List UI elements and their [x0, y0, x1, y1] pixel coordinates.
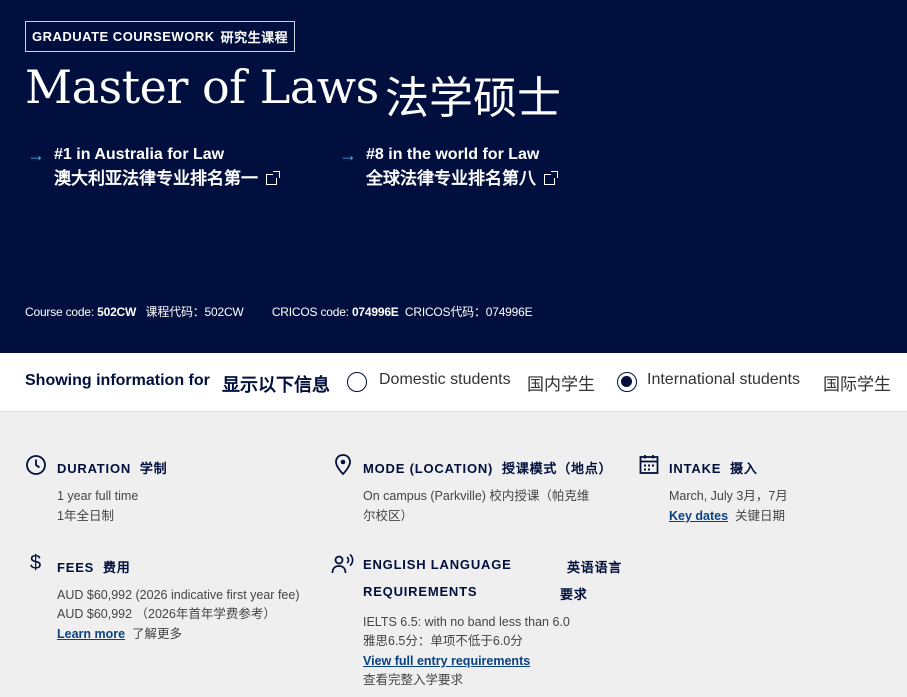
- badge-label-zh: 研究生课程: [220, 30, 289, 45]
- key-dates-link[interactable]: Key dates: [669, 509, 728, 523]
- page-title-zh: 法学硕士: [385, 73, 561, 124]
- key-dates-zh: 关键日期: [735, 509, 786, 523]
- dollar-icon: $: [30, 552, 42, 574]
- international-radio[interactable]: [617, 372, 637, 392]
- international-label[interactable]: International students: [647, 371, 800, 389]
- duration-value: 1 year full time: [57, 489, 139, 503]
- showing-label-zh: 显示以下信息: [222, 375, 330, 395]
- ranking-australia-text-zh: 澳大利亚法律专业排名第一: [54, 168, 280, 190]
- international-label-zh[interactable]: 国际学生: [823, 370, 891, 395]
- english-heading-zh: 英语语言: [567, 560, 623, 575]
- external-link-icon: [266, 171, 280, 186]
- learn-more-link[interactable]: Learn more: [57, 627, 125, 641]
- ranking-world-text: #8 in the world for Law: [366, 146, 540, 163]
- english-value-zh: 雅思6.5分：单项不低于6.0分: [363, 634, 523, 648]
- intake-heading: INTAKE 摄入: [669, 461, 758, 476]
- fees-value: AUD $60,992 (2026 indicative first year …: [57, 588, 300, 602]
- external-link-icon: [544, 171, 558, 186]
- ranking-world-text-zh: 全球法律专业排名第八: [366, 168, 558, 190]
- course-code-zh: 课程代码：502CW: [145, 305, 244, 319]
- cricos-code-zh: CRICOS代码：074996E: [404, 305, 533, 319]
- badge-label: GRADUATE COURSEWORK: [32, 29, 215, 44]
- ranking-australia-text: #1 in Australia for Law: [54, 146, 225, 163]
- view-entry-requirements-link[interactable]: View full entry requirements: [363, 654, 530, 668]
- clock-icon: [26, 455, 46, 475]
- course-type-badge: GRADUATE COURSEWORK 研究生课程: [25, 21, 296, 52]
- calendar-icon: [639, 455, 659, 474]
- fees-heading: FEES 费用: [57, 560, 131, 575]
- mode-value: On campus (Parkville) 校内授课（帕克维: [363, 489, 590, 503]
- duration-heading: DURATION 学制: [57, 461, 168, 476]
- english-heading-zh-line2: 要求: [560, 587, 588, 602]
- intake-key-dates: Key dates 关键日期: [669, 507, 785, 526]
- page-title: Master of Laws: [25, 60, 379, 114]
- cricos-code-label: CRICOS code:: [271, 305, 349, 319]
- english-heading-line2: REQUIREMENTS: [363, 584, 478, 599]
- fees-learn-more: Learn more 了解更多: [57, 625, 182, 644]
- hero-banner: GRADUATE COURSEWORK 研究生课程 Master of Laws…: [0, 0, 907, 353]
- showing-label: Showing information for: [25, 372, 210, 389]
- arrow-right-icon: →: [339, 145, 357, 165]
- course-codes: Course code: 502CW 课程代码：502CW CRICOS cod…: [25, 303, 533, 320]
- duration-value-zh: 1年全日制: [57, 509, 114, 523]
- course-code-label: Course code:: [25, 305, 94, 319]
- entry-requirements-link: View full entry requirements: [363, 652, 530, 671]
- arrow-right-icon: →: [27, 145, 45, 165]
- entry-requirements-zh: 查看完整入学要求: [363, 673, 464, 687]
- domestic-label-zh[interactable]: 国内学生: [527, 370, 595, 395]
- location-pin-icon: [335, 454, 351, 476]
- student-type-selector: Showing information for 显示以下信息 Domestic …: [0, 353, 907, 412]
- domestic-radio[interactable]: [347, 372, 367, 392]
- english-heading: ENGLISH LANGUAGE: [363, 557, 512, 572]
- intake-value: March, July 3月，7月: [669, 489, 788, 503]
- course-code-value: 502CW: [97, 305, 137, 319]
- mode-heading: MODE (LOCATION) 授课模式（地点）: [363, 461, 613, 476]
- english-value: IELTS 6.5: with no band less than 6.0: [363, 615, 570, 629]
- learn-more-zh: 了解更多: [132, 627, 183, 641]
- domestic-label[interactable]: Domestic students: [379, 371, 511, 389]
- speaking-person-icon: [331, 553, 354, 574]
- mode-value-zh: 尔校区）: [363, 509, 414, 523]
- fees-value-zh: AUD $60,992 （2026年首年学费参考）: [57, 607, 276, 621]
- cricos-code-value: 074996E: [351, 305, 399, 319]
